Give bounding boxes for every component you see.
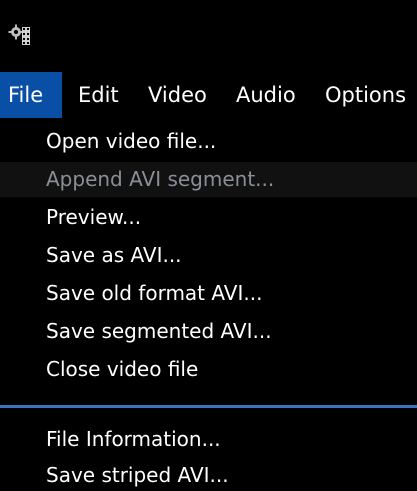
menu-item-save-old-format-avi[interactable]: Save old format AVI... [0,276,417,311]
menu-file[interactable]: File [0,72,62,118]
menu-item-open-video-file[interactable]: Open video file... [0,124,417,159]
menu-item-save-as-avi[interactable]: Save as AVI... [0,238,417,273]
gear-film-icon[interactable] [8,24,32,48]
menu-bar: File Edit Video Audio Options [0,72,417,118]
title-bar [0,0,417,72]
menu-edit[interactable]: Edit [78,72,119,118]
menu-item-file-information[interactable]: File Information... [0,422,417,457]
menu-item-preview[interactable]: Preview... [0,200,417,235]
menu-options[interactable]: Options [325,72,406,118]
menu-item-append-avi-segment[interactable]: Append AVI segment... [0,162,417,197]
menu-item-save-striped-avi[interactable]: Save striped AVI... [0,458,417,491]
menu-video[interactable]: Video [148,72,207,118]
file-menu-dropdown: Open video file... Append AVI segment...… [0,118,417,491]
menu-separator [0,405,417,408]
menu-item-close-video-file[interactable]: Close video file [0,352,417,387]
app-window: File Edit Video Audio Options Open video… [0,0,417,491]
menu-audio[interactable]: Audio [236,72,296,118]
menu-item-save-segmented-avi[interactable]: Save segmented AVI... [0,314,417,349]
